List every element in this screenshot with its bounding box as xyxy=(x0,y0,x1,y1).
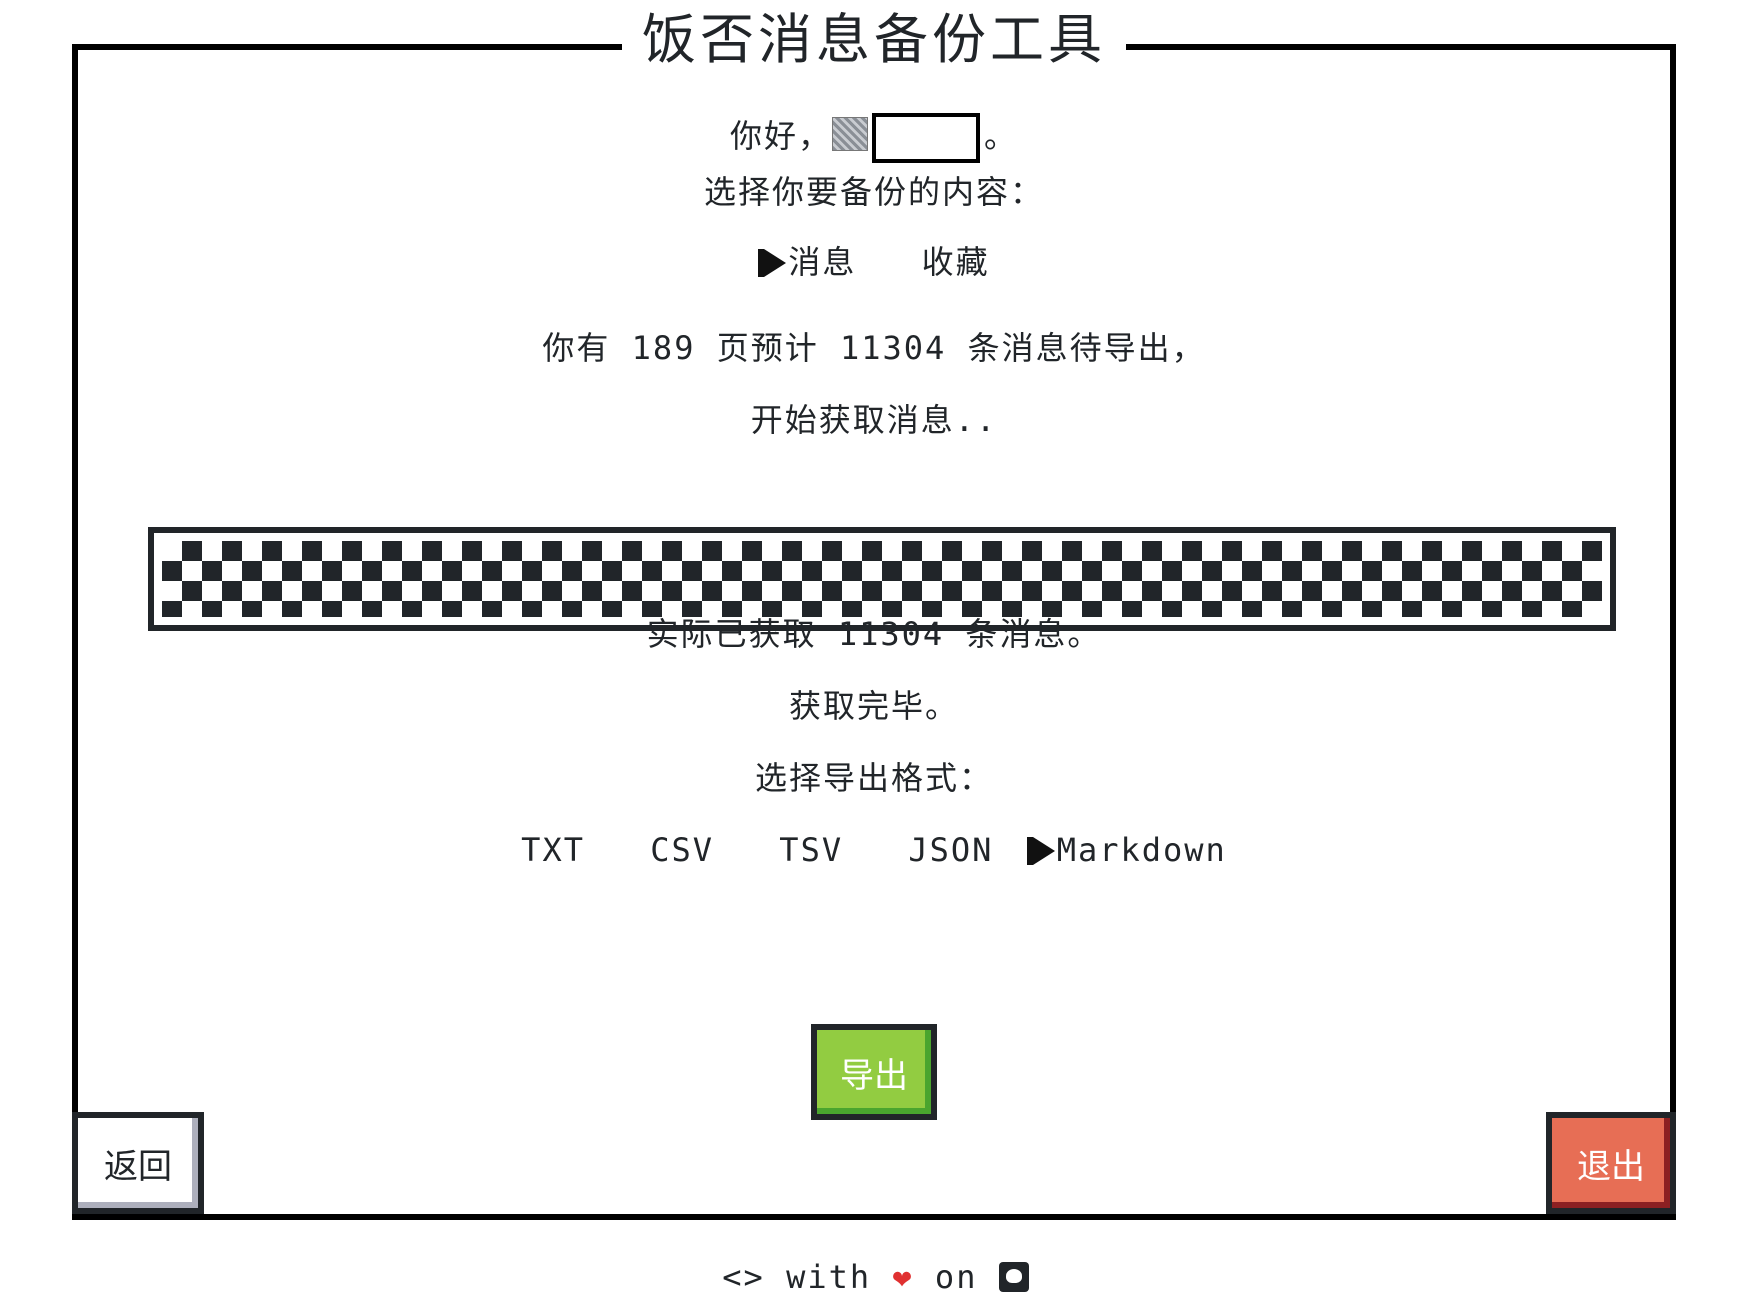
selected-pointer-icon xyxy=(1032,837,1055,865)
content-option-favorites[interactable]: 收藏 xyxy=(922,242,990,282)
summary-text: 你有 189 页预计 11304 条消息待导出， xyxy=(542,329,1206,367)
format-option-txt[interactable]: TXT xyxy=(521,830,585,870)
format-option-tsv[interactable]: TSV xyxy=(779,830,843,870)
format-option-json[interactable]: JSON xyxy=(908,830,993,870)
avatar xyxy=(832,117,868,151)
greeting-suffix: 。 xyxy=(984,117,1019,155)
content-prompt: 选择你要备份的内容： xyxy=(703,173,1044,211)
footer-on: on xyxy=(934,1258,978,1296)
github-icon[interactable] xyxy=(998,1262,1029,1292)
fetch-status: 开始获取消息.. xyxy=(750,401,998,439)
format-option-label: Markdown xyxy=(1056,831,1227,869)
greeting-prefix: 你好， xyxy=(729,117,832,155)
content-option-label: 收藏 xyxy=(921,243,990,281)
greeting-row: 你好， 。 xyxy=(72,110,1676,163)
selected-pointer-icon xyxy=(764,249,787,277)
footer: <> with ❤ on xyxy=(0,1258,1751,1296)
format-prompt: 选择导出格式： xyxy=(754,759,993,797)
fetched-count: 实际已获取 11304 条消息。 xyxy=(646,615,1102,653)
format-option-label: TXT xyxy=(521,831,585,869)
exit-button[interactable]: 退出 xyxy=(1546,1112,1676,1214)
content-option-messages[interactable]: 消息 xyxy=(758,242,856,282)
format-option-label: CSV xyxy=(650,831,715,869)
back-button[interactable]: 返回 xyxy=(72,1112,204,1214)
export-button[interactable]: 导出 xyxy=(811,1024,937,1120)
code-icon: <> xyxy=(722,1258,765,1296)
format-options: TXT CSV TSV JSON Markdown xyxy=(72,830,1676,870)
page-title-wrap: 饭否消息备份工具 xyxy=(72,0,1676,80)
footer-with: with xyxy=(786,1258,872,1296)
page-title: 饭否消息备份工具 xyxy=(622,8,1126,71)
heart-icon: ❤ xyxy=(892,1258,914,1296)
format-option-csv[interactable]: CSV xyxy=(650,830,714,870)
done-text: 获取完毕。 xyxy=(788,687,959,725)
format-option-markdown[interactable]: Markdown xyxy=(1027,830,1227,870)
progress-fill xyxy=(162,541,1602,617)
content-options: 消息 收藏 xyxy=(72,242,1676,282)
format-option-label: JSON xyxy=(908,831,994,869)
content-option-label: 消息 xyxy=(788,243,857,281)
format-option-label: TSV xyxy=(779,831,844,869)
username-box xyxy=(872,113,980,163)
